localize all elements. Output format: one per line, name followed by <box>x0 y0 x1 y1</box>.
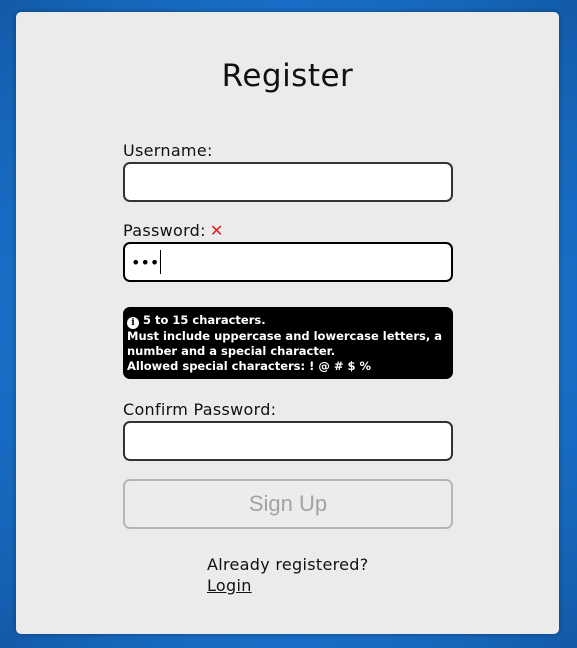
password-label: Password: ✕ <box>123 220 453 242</box>
username-label-text: Username: <box>123 141 213 160</box>
already-registered-text: Already registered? <box>207 555 369 574</box>
sign-up-button[interactable]: Sign Up <box>123 479 453 529</box>
confirm-password-label-text: Confirm Password: <box>123 400 277 419</box>
username-field[interactable] <box>123 162 453 202</box>
register-form: Username: Password: ✕ ••• i 5 to 15 charac… <box>123 140 453 529</box>
note-line-3: number and a special character. <box>127 344 336 358</box>
note-line-2: Must include uppercase and lowercase let… <box>127 329 442 343</box>
info-circle-icon: i <box>127 317 139 329</box>
page-title: Register <box>221 58 354 94</box>
password-field[interactable]: ••• <box>123 242 453 282</box>
note-line-1-text: 5 to 15 characters. <box>143 313 266 327</box>
note-line-1: i 5 to 15 characters. <box>127 313 449 329</box>
confirm-password-label: Confirm Password: <box>123 399 453 421</box>
text-caret <box>160 250 162 274</box>
password-masked-value: ••• <box>131 252 160 272</box>
register-card: Register Username: Password: ✕ ••• i 5 to … <box>16 12 559 634</box>
login-prompt: Already registered? Login <box>207 554 369 596</box>
login-link[interactable]: Login <box>207 575 369 596</box>
password-label-text: Password: <box>123 221 206 240</box>
x-mark-icon: ✕ <box>209 221 224 240</box>
confirm-password-field[interactable] <box>123 421 453 461</box>
username-label: Username: <box>123 140 453 162</box>
note-line-4: Allowed special characters: ! @ # $ % <box>127 359 372 373</box>
password-requirements-note: i 5 to 15 characters. Must include upperc… <box>123 307 453 379</box>
